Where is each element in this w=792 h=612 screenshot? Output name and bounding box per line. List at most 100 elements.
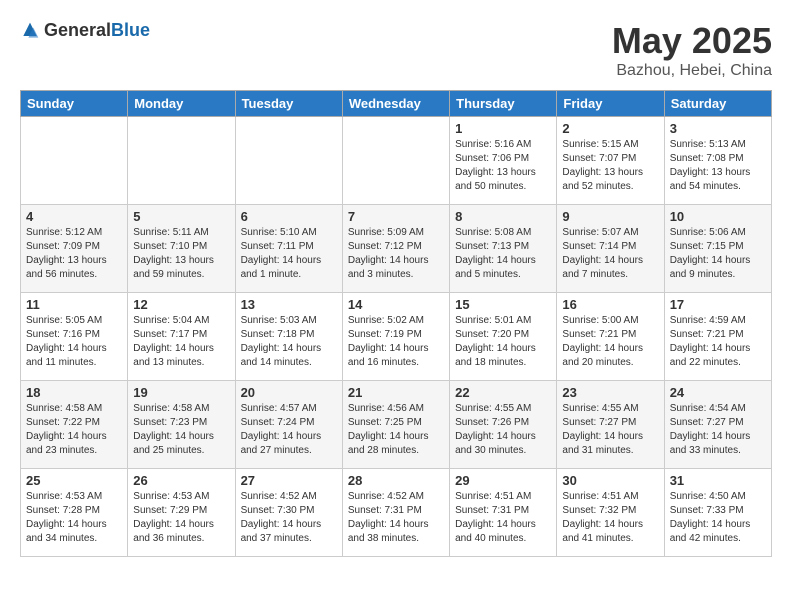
day-number: 3 xyxy=(670,121,766,136)
calendar-cell xyxy=(235,117,342,205)
day-number: 22 xyxy=(455,385,551,400)
calendar-cell: 15Sunrise: 5:01 AM Sunset: 7:20 PM Dayli… xyxy=(450,293,557,381)
calendar-cell: 30 Sunrise: 4:51 AM Sunset: 7:32 PM Dayli… xyxy=(557,469,664,557)
day-number: 24 xyxy=(670,385,766,400)
day-info: Sunrise: 5:05 AM Sunset: 7:16 PM Dayligh… xyxy=(26,314,122,370)
calendar-cell: 19 Sunrise: 4:58 AM Sunset: 7:23 PM Dayli… xyxy=(128,381,235,469)
day-number: 30 xyxy=(562,473,658,488)
day-number: 31 xyxy=(670,473,766,488)
day-number: 15 xyxy=(455,297,551,312)
day-info: Sunrise: 5:06 AM Sunset: 7:15 PM Dayligh… xyxy=(670,226,766,282)
calendar-cell: 27Sunrise: 4:52 AM Sunset: 7:30 PM Dayli… xyxy=(235,469,342,557)
day-info: Sunrise: 4:54 AM Sunset: 7:27 PM Dayligh… xyxy=(670,402,766,458)
calendar-cell: 8 Sunrise: 5:08 AM Sunset: 7:13 PM Daylig… xyxy=(450,205,557,293)
calendar-cell: 28 Sunrise: 4:52 AM Sunset: 7:31 PM Dayli… xyxy=(342,469,449,557)
day-info: Sunrise: 4:51 AM Sunset: 7:32 PM Dayligh… xyxy=(562,490,658,546)
logo-text: GeneralBlue xyxy=(44,20,150,41)
day-info: Sunrise: 4:56 AM Sunset: 7:25 PM Dayligh… xyxy=(348,402,444,458)
day-info: Sunrise: 5:08 AM Sunset: 7:13 PM Dayligh… xyxy=(455,226,551,282)
week-row-5: 25 Sunrise: 4:53 AM Sunset: 7:28 PM Dayli… xyxy=(21,469,772,557)
logo-icon xyxy=(20,21,40,41)
week-row-4: 18 Sunrise: 4:58 AM Sunset: 7:22 PM Dayli… xyxy=(21,381,772,469)
page-header: GeneralBlue May 2025 Bazhou, Hebei, Chin… xyxy=(20,20,772,80)
day-number: 5 xyxy=(133,209,229,224)
day-number: 2 xyxy=(562,121,658,136)
day-number: 8 xyxy=(455,209,551,224)
calendar-cell: 12 Sunrise: 5:04 AM Sunset: 7:17 PM Dayli… xyxy=(128,293,235,381)
header-monday: Monday xyxy=(128,91,235,117)
header-thursday: Thursday xyxy=(450,91,557,117)
title-area: May 2025 Bazhou, Hebei, China xyxy=(612,20,772,80)
day-info: Sunrise: 5:07 AM Sunset: 7:14 PM Dayligh… xyxy=(562,226,658,282)
day-number: 6 xyxy=(241,209,337,224)
day-info: Sunrise: 4:51 AM Sunset: 7:31 PM Dayligh… xyxy=(455,490,551,546)
calendar-cell: 25 Sunrise: 4:53 AM Sunset: 7:28 PM Dayli… xyxy=(21,469,128,557)
day-info: Sunrise: 4:53 AM Sunset: 7:29 PM Dayligh… xyxy=(133,490,229,546)
calendar-cell: 3Sunrise: 5:13 AM Sunset: 7:08 PM Daylig… xyxy=(664,117,771,205)
day-info: Sunrise: 4:52 AM Sunset: 7:31 PM Dayligh… xyxy=(348,490,444,546)
day-info: Sunrise: 5:03 AM Sunset: 7:18 PM Dayligh… xyxy=(241,314,337,370)
day-number: 11 xyxy=(26,297,122,312)
calendar-cell: 22Sunrise: 4:55 AM Sunset: 7:26 PM Dayli… xyxy=(450,381,557,469)
day-number: 19 xyxy=(133,385,229,400)
day-number: 9 xyxy=(562,209,658,224)
calendar-cell: 16 Sunrise: 5:00 AM Sunset: 7:21 PM Dayli… xyxy=(557,293,664,381)
calendar-cell: 10 Sunrise: 5:06 AM Sunset: 7:15 PM Dayli… xyxy=(664,205,771,293)
calendar-cell: 31Sunrise: 4:50 AM Sunset: 7:33 PM Dayli… xyxy=(664,469,771,557)
day-number: 10 xyxy=(670,209,766,224)
calendar-cell xyxy=(21,117,128,205)
month-title: May 2025 xyxy=(612,20,772,62)
day-info: Sunrise: 4:57 AM Sunset: 7:24 PM Dayligh… xyxy=(241,402,337,458)
calendar-cell: 4 Sunrise: 5:12 AM Sunset: 7:09 PM Daylig… xyxy=(21,205,128,293)
day-number: 28 xyxy=(348,473,444,488)
day-number: 18 xyxy=(26,385,122,400)
day-number: 13 xyxy=(241,297,337,312)
calendar-cell: 6 Sunrise: 5:10 AM Sunset: 7:11 PM Daylig… xyxy=(235,205,342,293)
day-info: Sunrise: 5:12 AM Sunset: 7:09 PM Dayligh… xyxy=(26,226,122,282)
day-info: Sunrise: 5:10 AM Sunset: 7:11 PM Dayligh… xyxy=(241,226,337,282)
calendar-cell: 26 Sunrise: 4:53 AM Sunset: 7:29 PM Dayli… xyxy=(128,469,235,557)
day-number: 27 xyxy=(241,473,337,488)
day-info: Sunrise: 4:53 AM Sunset: 7:28 PM Dayligh… xyxy=(26,490,122,546)
day-number: 25 xyxy=(26,473,122,488)
calendar-cell xyxy=(128,117,235,205)
calendar-cell: 14Sunrise: 5:02 AM Sunset: 7:19 PM Dayli… xyxy=(342,293,449,381)
day-number: 21 xyxy=(348,385,444,400)
calendar-cell: 13 Sunrise: 5:03 AM Sunset: 7:18 PM Dayli… xyxy=(235,293,342,381)
logo: GeneralBlue xyxy=(20,20,150,41)
weekday-header-row: Sunday Monday Tuesday Wednesday Thursday… xyxy=(21,91,772,117)
header-saturday: Saturday xyxy=(664,91,771,117)
header-wednesday: Wednesday xyxy=(342,91,449,117)
day-number: 16 xyxy=(562,297,658,312)
calendar-cell: 2 Sunrise: 5:15 AM Sunset: 7:07 PM Daylig… xyxy=(557,117,664,205)
calendar-cell: 23 Sunrise: 4:55 AM Sunset: 7:27 PM Dayli… xyxy=(557,381,664,469)
calendar-cell: 24 Sunrise: 4:54 AM Sunset: 7:27 PM Dayli… xyxy=(664,381,771,469)
day-info: Sunrise: 5:16 AM Sunset: 7:06 PM Dayligh… xyxy=(455,138,551,194)
day-number: 1 xyxy=(455,121,551,136)
day-info: Sunrise: 5:15 AM Sunset: 7:07 PM Dayligh… xyxy=(562,138,658,194)
header-tuesday: Tuesday xyxy=(235,91,342,117)
calendar-cell: 9 Sunrise: 5:07 AM Sunset: 7:14 PM Daylig… xyxy=(557,205,664,293)
day-info: Sunrise: 4:59 AM Sunset: 7:21 PM Dayligh… xyxy=(670,314,766,370)
week-row-2: 4 Sunrise: 5:12 AM Sunset: 7:09 PM Daylig… xyxy=(21,205,772,293)
day-info: Sunrise: 5:09 AM Sunset: 7:12 PM Dayligh… xyxy=(348,226,444,282)
calendar-cell: 1 Sunrise: 5:16 AM Sunset: 7:06 PM Daylig… xyxy=(450,117,557,205)
day-number: 23 xyxy=(562,385,658,400)
calendar-table: Sunday Monday Tuesday Wednesday Thursday… xyxy=(20,90,772,557)
header-sunday: Sunday xyxy=(21,91,128,117)
day-info: Sunrise: 5:00 AM Sunset: 7:21 PM Dayligh… xyxy=(562,314,658,370)
week-row-1: 1 Sunrise: 5:16 AM Sunset: 7:06 PM Daylig… xyxy=(21,117,772,205)
day-number: 12 xyxy=(133,297,229,312)
location-title: Bazhou, Hebei, China xyxy=(612,62,772,80)
day-info: Sunrise: 4:55 AM Sunset: 7:27 PM Dayligh… xyxy=(562,402,658,458)
calendar-cell: 17 Sunrise: 4:59 AM Sunset: 7:21 PM Dayli… xyxy=(664,293,771,381)
day-info: Sunrise: 4:58 AM Sunset: 7:23 PM Dayligh… xyxy=(133,402,229,458)
day-number: 17 xyxy=(670,297,766,312)
day-number: 26 xyxy=(133,473,229,488)
day-number: 4 xyxy=(26,209,122,224)
calendar-cell: 7Sunrise: 5:09 AM Sunset: 7:12 PM Daylig… xyxy=(342,205,449,293)
day-info: Sunrise: 5:04 AM Sunset: 7:17 PM Dayligh… xyxy=(133,314,229,370)
day-number: 29 xyxy=(455,473,551,488)
calendar-cell: 11 Sunrise: 5:05 AM Sunset: 7:16 PM Dayli… xyxy=(21,293,128,381)
day-info: Sunrise: 4:58 AM Sunset: 7:22 PM Dayligh… xyxy=(26,402,122,458)
